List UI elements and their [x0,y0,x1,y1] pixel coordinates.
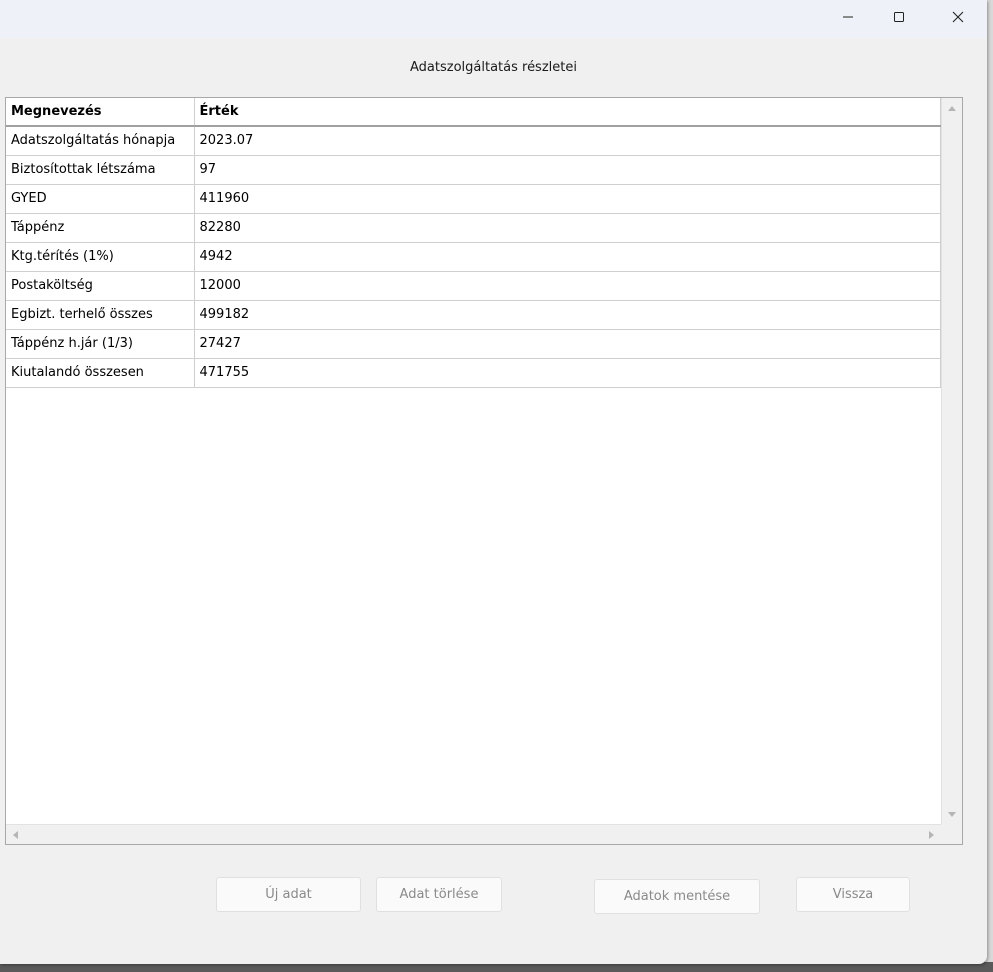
column-header-value[interactable]: Érték [194,98,941,127]
table-row[interactable]: Biztosítottak létszáma 97 [6,155,941,185]
table-row[interactable]: GYED 411960 [6,184,941,214]
cell-value[interactable]: 2023.07 [194,126,941,156]
column-header-name[interactable]: Megnevezés [6,98,195,127]
maximize-icon [894,12,904,22]
cell-value[interactable]: 12000 [194,271,941,301]
scrollbar-corner [941,824,962,844]
cell-name[interactable]: Ktg.térítés (1%) [6,242,195,272]
cell-value[interactable]: 97 [194,155,941,185]
minimize-icon [843,16,853,18]
cell-value[interactable]: 27427 [194,329,941,359]
scroll-down-icon[interactable] [948,812,956,817]
scroll-left-icon[interactable] [13,831,18,839]
cell-name[interactable]: Táppénz [6,213,195,243]
new-data-button[interactable]: Új adat [216,877,361,912]
table-header-row: Megnevezés Érték [6,98,941,127]
table-row[interactable]: Táppénz h.jár (1/3) 27427 [6,329,941,359]
cell-value[interactable]: 82280 [194,213,941,243]
close-icon [952,11,964,23]
table-row[interactable]: Adatszolgáltatás hónapja 2023.07 [6,126,941,156]
table-row[interactable]: Postaköltség 12000 [6,271,941,301]
cell-value[interactable]: 4942 [194,242,941,272]
details-table: Megnevezés Érték Adatszolgáltatás hónapj… [6,98,941,388]
cell-value[interactable]: 471755 [194,358,941,388]
table-row[interactable]: Táppénz 82280 [6,213,941,243]
cell-name[interactable]: Biztosítottak létszáma [6,155,195,185]
cell-name[interactable]: GYED [6,184,195,214]
cell-value[interactable]: 499182 [194,300,941,330]
details-table-frame: Megnevezés Érték Adatszolgáltatás hónapj… [5,97,963,845]
table-row[interactable]: Kiutalandó összesen 471755 [6,358,941,388]
cell-name[interactable]: Táppénz h.jár (1/3) [6,329,195,359]
dialog-window: Adatszolgáltatás részletei Megnevezés Ér… [0,0,987,964]
delete-data-button[interactable]: Adat törlése [376,877,502,912]
scroll-up-icon[interactable] [948,106,956,111]
table-row[interactable]: Egbizt. terhelő összes 499182 [6,300,941,330]
save-data-button[interactable]: Adatok mentése [594,879,760,914]
cell-value[interactable]: 411960 [194,184,941,214]
table-row[interactable]: Ktg.térítés (1%) 4942 [6,242,941,272]
minimize-button[interactable] [825,0,871,34]
cell-name[interactable]: Egbizt. terhelő összes [6,300,195,330]
dialog-title: Adatszolgáltatás részletei [410,60,577,75]
cell-name[interactable]: Postaköltség [6,271,195,301]
maximize-button[interactable] [876,0,922,34]
cell-name[interactable]: Kiutalandó összesen [6,358,195,388]
vertical-scrollbar[interactable] [941,98,962,825]
close-button[interactable] [935,0,981,34]
back-button[interactable]: Vissza [796,877,910,912]
horizontal-scrollbar[interactable] [6,824,941,844]
scroll-right-icon[interactable] [929,831,934,839]
title-bar[interactable] [0,0,987,38]
cell-name[interactable]: Adatszolgáltatás hónapja [6,126,195,156]
